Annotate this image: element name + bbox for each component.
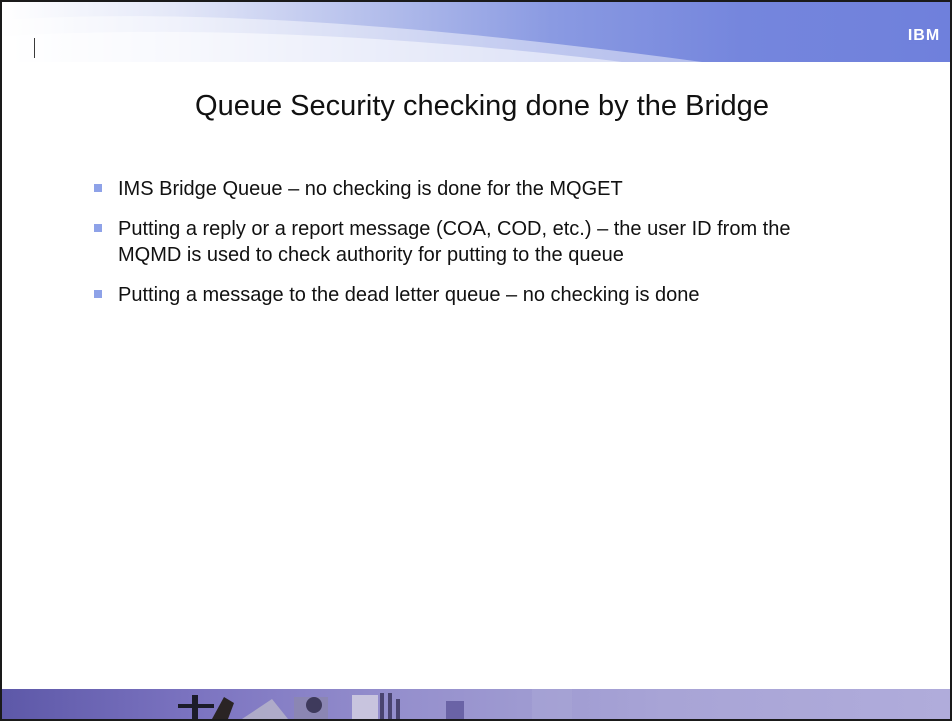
bullet-item: Putting a message to the dead letter que…	[94, 282, 854, 308]
square-bullet-icon	[94, 290, 102, 298]
header-divider	[34, 38, 35, 58]
slide: IBM Queue Security checking done by the …	[0, 0, 952, 721]
header-band: IBM	[2, 2, 950, 62]
bullet-list: IMS Bridge Queue – no checking is done f…	[94, 176, 854, 322]
square-bullet-icon	[94, 184, 102, 192]
bullet-text: IMS Bridge Queue – no checking is done f…	[118, 178, 623, 200]
ibm-logo: IBM	[907, 26, 941, 46]
footer-band	[2, 689, 950, 719]
bullet-item: IMS Bridge Queue – no checking is done f…	[94, 176, 854, 202]
bullet-item: Putting a reply or a report message (COA…	[94, 216, 854, 268]
header-swoosh	[2, 16, 702, 62]
bullet-text: Putting a reply or a report message (COA…	[118, 218, 791, 266]
slide-title: Queue Security checking done by the Brid…	[195, 90, 769, 122]
square-bullet-icon	[94, 224, 102, 232]
footer-photo-strip	[178, 689, 572, 719]
bullet-text: Putting a message to the dead letter que…	[118, 284, 700, 306]
